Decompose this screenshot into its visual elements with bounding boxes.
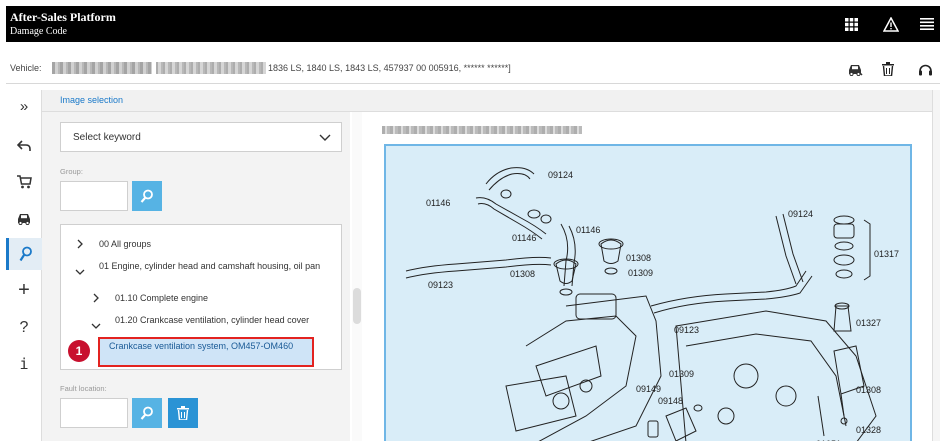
keyword-select[interactable]: Select keyword <box>60 122 342 152</box>
info-icon[interactable]: i <box>6 348 42 380</box>
part-label: 09149 <box>636 384 661 394</box>
plus-icon[interactable]: + <box>6 274 42 306</box>
search-icon <box>140 406 153 420</box>
group-label: Group: <box>60 167 83 176</box>
callout-badge: 1 <box>68 340 90 362</box>
part-label: 09123 <box>428 280 453 290</box>
part-label: 01308 <box>856 385 881 395</box>
fault-location-input[interactable] <box>60 398 128 428</box>
part-label: 01308 <box>626 253 651 263</box>
part-label: 01146 <box>426 198 450 208</box>
app-header: After-Sales Platform Damage Code <box>6 6 940 42</box>
part-label: 09124 <box>548 170 573 180</box>
selected-tree-item[interactable]: Crankcase ventilation system, OM457-OM46… <box>98 337 314 367</box>
redacted-vehicle-text <box>156 62 266 74</box>
part-label: 01309 <box>669 369 694 379</box>
warning-icon[interactable] <box>882 15 900 33</box>
redacted-vehicle-text <box>52 62 152 74</box>
fault-search-button[interactable] <box>132 398 162 428</box>
vehicle-bar: Vehicle: 1836 LS, 1840 LS, 1843 LS, 4579… <box>6 54 940 84</box>
part-label: 01309 <box>628 268 653 278</box>
chevron-right-icon[interactable] <box>91 293 101 303</box>
part-label: 01328 <box>856 425 881 435</box>
page-scrollbar[interactable] <box>932 90 940 441</box>
trash-icon[interactable] <box>879 60 897 78</box>
keyword-select-label: Select keyword <box>73 132 141 143</box>
chevron-down-icon[interactable] <box>75 267 85 277</box>
image-selection-header: Image selection <box>42 90 932 112</box>
grid-icon[interactable] <box>842 15 860 33</box>
vehicle-label: Vehicle: <box>10 63 42 73</box>
part-label: 09124 <box>788 209 813 219</box>
back-icon[interactable] <box>6 130 42 162</box>
image-selection-title: Image selection <box>60 95 124 105</box>
exploded-view-drawing: 09124 01146 01146 01146 01308 01309 0130… <box>405 167 899 441</box>
search-icon <box>140 189 153 203</box>
tree-item[interactable]: 01.20 Crankcase ventilation, cylinder he… <box>115 315 325 326</box>
group-input[interactable] <box>60 181 128 211</box>
side-rail: » + ? i <box>6 90 42 441</box>
vehicle-text: 1836 LS, 1840 LS, 1843 LS, 457937 00 005… <box>268 63 511 73</box>
expand-icon[interactable]: » <box>6 90 42 122</box>
part-label: 01317 <box>874 249 899 259</box>
part-label: 09148 <box>658 396 683 406</box>
part-label: 01146 <box>576 225 600 235</box>
trash-icon <box>177 406 189 420</box>
scrollbar-thumb[interactable] <box>353 288 361 324</box>
app-subtitle: Damage Code <box>10 26 67 37</box>
fault-location-label: Fault location: <box>60 384 107 393</box>
fault-delete-button[interactable] <box>168 398 198 428</box>
menu-icon[interactable] <box>918 15 936 33</box>
selection-panel: Select keyword Group: 00 All groups 01 E… <box>42 112 350 441</box>
chevron-down-icon <box>319 134 331 141</box>
group-search-button[interactable] <box>132 181 162 211</box>
chevron-down-icon[interactable] <box>91 321 101 331</box>
part-label: 01327 <box>856 318 881 328</box>
part-label: 09123 <box>674 325 699 335</box>
selected-tree-item-label: Crankcase ventilation system, OM457-OM46… <box>109 341 294 351</box>
headset-icon[interactable] <box>916 60 934 78</box>
parts-diagram[interactable]: 09124 01146 01146 01146 01308 01309 0130… <box>384 144 912 441</box>
help-icon[interactable]: ? <box>6 312 42 344</box>
part-label: 01146 <box>512 233 536 243</box>
panel-scrollbar[interactable] <box>352 112 362 441</box>
chevron-right-icon[interactable] <box>75 239 85 249</box>
search-tool-icon[interactable] <box>6 238 42 270</box>
tree-item[interactable]: 01.10 Complete engine <box>115 293 325 304</box>
redacted-image-title <box>382 126 582 134</box>
tree-item[interactable]: 00 All groups <box>99 239 319 250</box>
vehicle-icon[interactable] <box>846 60 864 78</box>
image-panel: 09124 01146 01146 01146 01308 01309 0130… <box>362 112 932 441</box>
part-label: 01308 <box>510 269 535 279</box>
app-title: After-Sales Platform <box>10 10 116 24</box>
tree-item[interactable]: 01 Engine, cylinder head and camshaft ho… <box>99 261 331 272</box>
cart-icon[interactable] <box>6 166 42 198</box>
car-icon[interactable] <box>6 202 42 234</box>
